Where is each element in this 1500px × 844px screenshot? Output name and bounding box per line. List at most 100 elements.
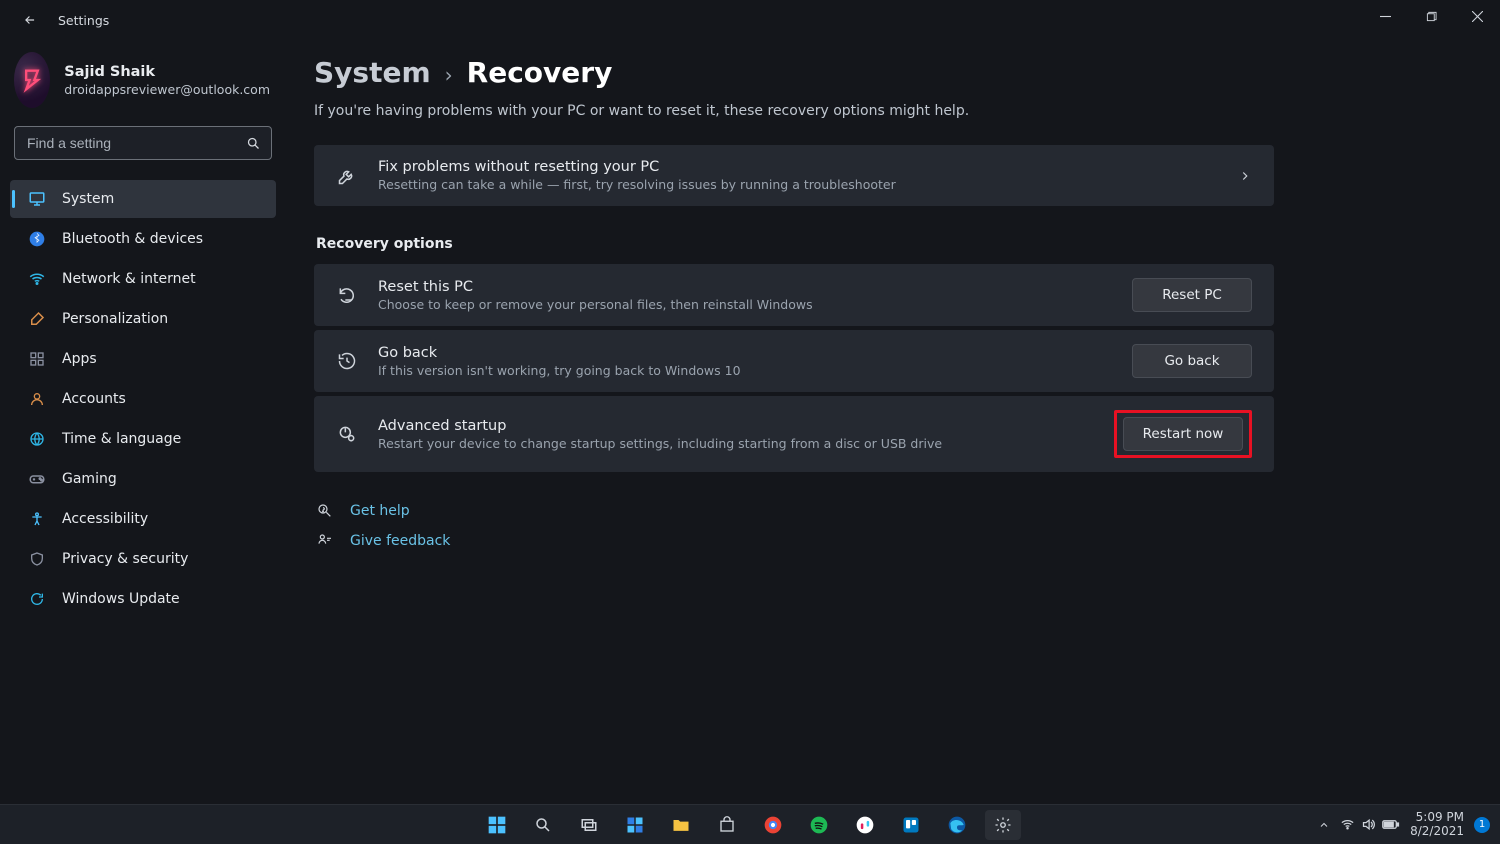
nav-label: Privacy & security xyxy=(62,551,188,567)
update-icon xyxy=(28,590,46,608)
nav-label: Personalization xyxy=(62,311,168,327)
nav-label: Accounts xyxy=(62,391,126,407)
taskbar: 5:09 PM 8/2/2021 1 xyxy=(0,804,1500,844)
advanced-desc: Restart your device to change startup se… xyxy=(378,436,1094,451)
brush-icon xyxy=(28,310,46,328)
chevron-right-icon: › xyxy=(445,63,453,87)
sidebar-item-gaming[interactable]: Gaming xyxy=(10,460,276,498)
settings-taskbar-button[interactable] xyxy=(985,810,1021,840)
chevron-right-icon xyxy=(1238,169,1252,183)
profile-name: Sajid Shaik xyxy=(64,64,270,80)
system-tray: 5:09 PM 8/2/2021 1 xyxy=(1318,811,1500,839)
spotify-button[interactable] xyxy=(801,810,837,840)
wifi-icon xyxy=(28,270,46,288)
reset-pc-row: Reset this PC Choose to keep or remove y… xyxy=(314,264,1274,326)
sidebar-item-system[interactable]: System xyxy=(10,180,276,218)
sidebar-item-accounts[interactable]: Accounts xyxy=(10,380,276,418)
nav-label: Time & language xyxy=(62,431,181,447)
wifi-tray-icon[interactable] xyxy=(1340,817,1355,832)
page-subtitle: If you're having problems with your PC o… xyxy=(314,103,1460,119)
trello-button[interactable] xyxy=(893,810,929,840)
search-icon xyxy=(246,136,261,151)
gamepad-icon xyxy=(28,470,46,488)
nav-label: Accessibility xyxy=(62,511,148,527)
fix-problems-card[interactable]: Fix problems without resetting your PC R… xyxy=(314,145,1274,206)
advanced-startup-row: Advanced startup Restart your device to … xyxy=(314,396,1274,472)
reset-pc-button[interactable]: Reset PC xyxy=(1132,278,1252,312)
accessibility-icon xyxy=(28,510,46,528)
recovery-section-title: Recovery options xyxy=(316,236,1460,252)
sidebar: Sajid Shaik droidappsreviewer@outlook.co… xyxy=(0,40,286,810)
task-view-button[interactable] xyxy=(571,810,607,840)
display-icon xyxy=(28,190,46,208)
minimize-button[interactable] xyxy=(1362,0,1408,32)
power-gear-icon xyxy=(336,423,358,445)
restart-now-highlight: Restart now xyxy=(1114,410,1252,458)
person-icon xyxy=(28,390,46,408)
back-button[interactable] xyxy=(16,6,44,34)
get-help-link[interactable]: Get help xyxy=(316,502,1460,520)
close-button[interactable] xyxy=(1454,0,1500,32)
apps-icon xyxy=(28,350,46,368)
sidebar-item-update[interactable]: Windows Update xyxy=(10,580,276,618)
volume-tray-icon[interactable] xyxy=(1361,817,1376,832)
notification-badge[interactable]: 1 xyxy=(1474,817,1490,833)
search-input[interactable] xyxy=(25,134,246,152)
taskbar-center xyxy=(479,810,1021,840)
help-icon xyxy=(316,502,334,520)
avatar xyxy=(14,52,50,108)
sidebar-item-accessibility[interactable]: Accessibility xyxy=(10,500,276,538)
restart-now-button[interactable]: Restart now xyxy=(1123,417,1243,451)
slack-button[interactable] xyxy=(847,810,883,840)
tray-time: 5:09 PM xyxy=(1410,811,1464,825)
go-back-row: Go back If this version isn't working, t… xyxy=(314,330,1274,392)
nav-label: Bluetooth & devices xyxy=(62,231,203,247)
search-box[interactable] xyxy=(14,126,272,160)
sidebar-item-network[interactable]: Network & internet xyxy=(10,260,276,298)
clock[interactable]: 5:09 PM 8/2/2021 xyxy=(1410,811,1464,839)
goback-desc: If this version isn't working, try going… xyxy=(378,363,1112,378)
nav-label: Apps xyxy=(62,351,97,367)
breadcrumb: System › Recovery xyxy=(314,56,1460,89)
sidebar-item-personalization[interactable]: Personalization xyxy=(10,300,276,338)
edge-button[interactable] xyxy=(939,810,975,840)
widgets-button[interactable] xyxy=(617,810,653,840)
store-button[interactable] xyxy=(709,810,745,840)
battery-tray-icon[interactable] xyxy=(1382,817,1400,832)
nav-label: Network & internet xyxy=(62,271,196,287)
reset-desc: Choose to keep or remove your personal f… xyxy=(378,297,1112,312)
wrench-icon xyxy=(336,165,358,187)
start-button[interactable] xyxy=(479,810,515,840)
window-title: Settings xyxy=(58,13,109,28)
shield-icon xyxy=(28,550,46,568)
go-back-button[interactable]: Go back xyxy=(1132,344,1252,378)
window-controls xyxy=(1362,0,1500,32)
advanced-title: Advanced startup xyxy=(378,418,1094,434)
sidebar-item-apps[interactable]: Apps xyxy=(10,340,276,378)
maximize-button[interactable] xyxy=(1408,0,1454,32)
history-icon xyxy=(336,350,358,372)
chrome-button[interactable] xyxy=(755,810,791,840)
search-button[interactable] xyxy=(525,810,561,840)
feedback-icon xyxy=(316,532,334,550)
main-content: System › Recovery If you're having probl… xyxy=(286,40,1500,810)
sidebar-item-time[interactable]: Time & language xyxy=(10,420,276,458)
breadcrumb-parent[interactable]: System xyxy=(314,56,431,89)
bluetooth-icon xyxy=(28,230,46,248)
get-help-label: Get help xyxy=(350,503,410,519)
fix-card-desc: Resetting can take a while — first, try … xyxy=(378,177,1218,192)
nav: System Bluetooth & devices Network & int… xyxy=(10,180,276,618)
tray-overflow-button[interactable] xyxy=(1318,819,1330,831)
explorer-button[interactable] xyxy=(663,810,699,840)
give-feedback-link[interactable]: Give feedback xyxy=(316,532,1460,550)
sidebar-item-bluetooth[interactable]: Bluetooth & devices xyxy=(10,220,276,258)
tray-date: 8/2/2021 xyxy=(1410,825,1464,839)
sidebar-item-privacy[interactable]: Privacy & security xyxy=(10,540,276,578)
breadcrumb-current: Recovery xyxy=(467,56,613,89)
give-feedback-label: Give feedback xyxy=(350,533,450,549)
fix-card-title: Fix problems without resetting your PC xyxy=(378,159,1218,175)
nav-label: System xyxy=(62,191,114,207)
profile-email: droidappsreviewer@outlook.com xyxy=(64,82,270,97)
nav-label: Gaming xyxy=(62,471,117,487)
profile[interactable]: Sajid Shaik droidappsreviewer@outlook.co… xyxy=(10,46,276,126)
